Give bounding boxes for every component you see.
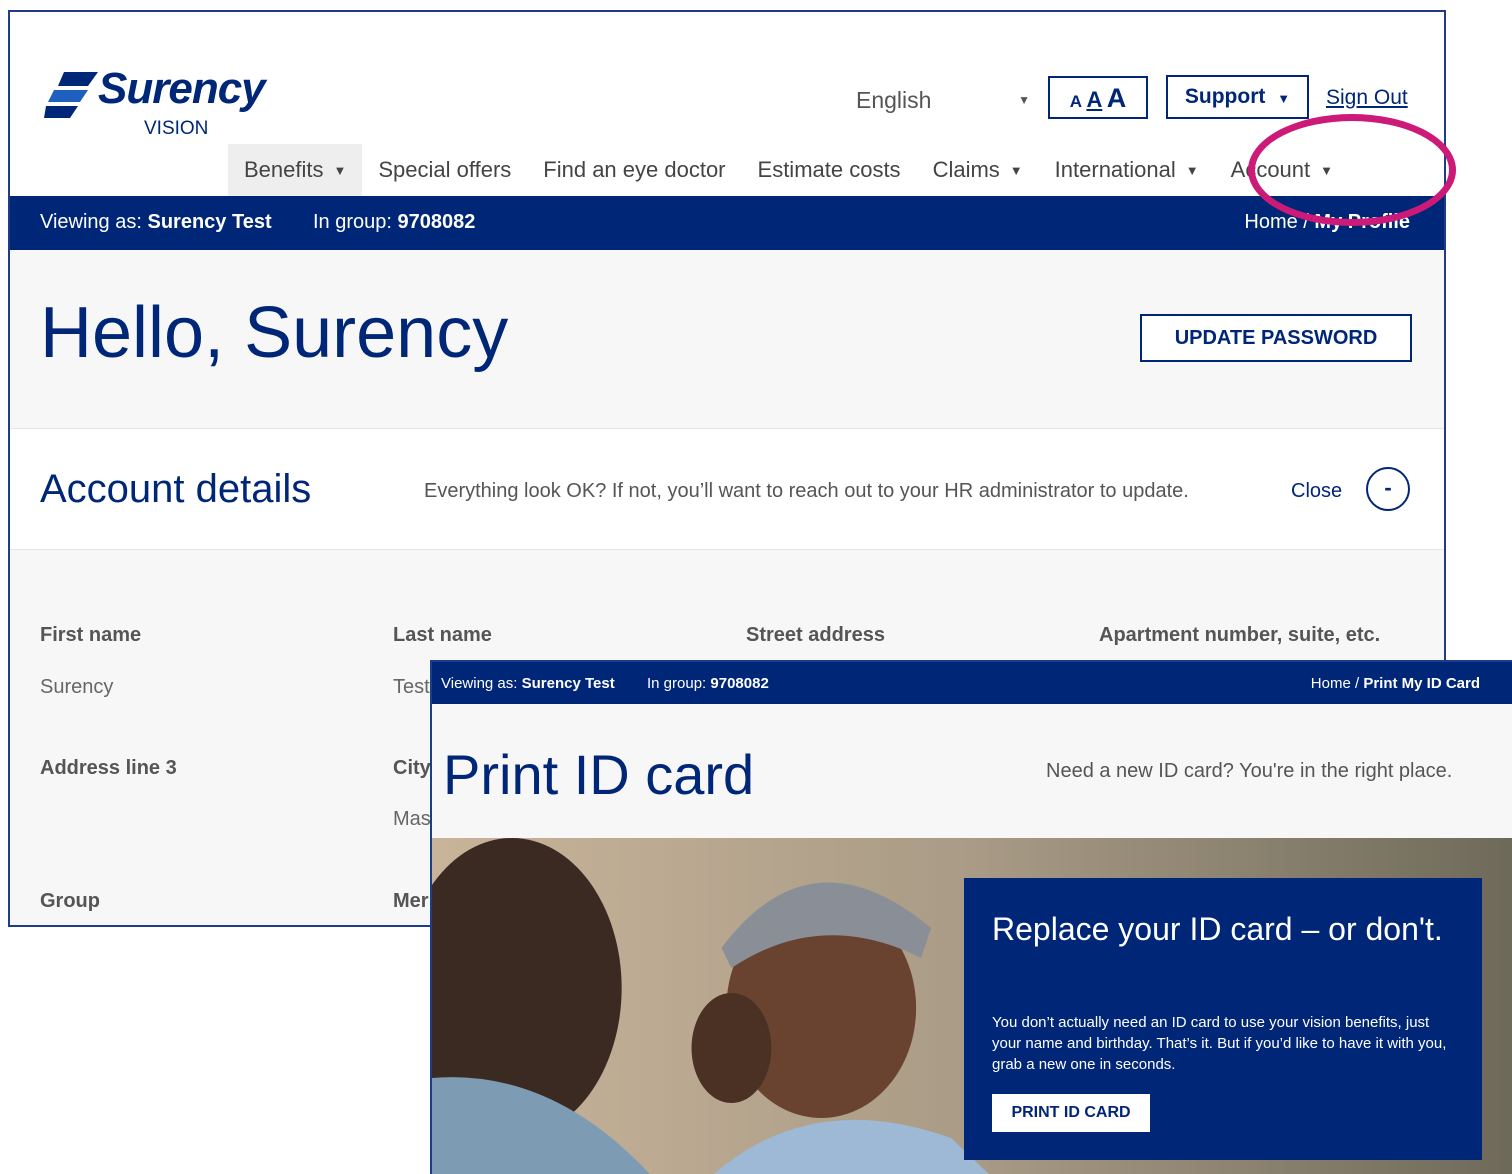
city-label: City — [393, 757, 431, 779]
logo-wordmark: Surency — [98, 64, 266, 113]
group-info: In group: 9708082 — [313, 211, 475, 234]
account-details-note: Everything look OK? If not, you’ll want … — [424, 480, 1189, 502]
viewing-label: Viewing as: — [441, 675, 518, 692]
print-id-card-button[interactable]: PRINT ID CARD — [992, 1094, 1150, 1132]
promo-body: You don’t actually need an ID card to us… — [992, 1014, 1447, 1073]
city-value: Mas — [393, 808, 431, 830]
breadcrumb: Home / My Profile — [1244, 211, 1410, 234]
caret-down-icon: ▼ — [1009, 163, 1023, 179]
group-label: Group — [40, 890, 100, 912]
first-name-value: Surency — [40, 676, 114, 698]
street-address-label: Street address — [746, 624, 885, 646]
nav-label: Account — [1230, 157, 1311, 182]
hello-section: Hello, Surency UPDATE PASSWORD — [10, 250, 1444, 428]
caret-down-icon: ▼ — [1277, 91, 1291, 106]
nav-estimate-costs[interactable]: Estimate costs — [742, 144, 917, 196]
text-size-large: A — [1106, 83, 1127, 113]
group-number: 9708082 — [397, 211, 476, 233]
viewing-name: Surency Test — [521, 675, 615, 692]
viewing-as: Viewing as: Surency Test — [40, 211, 272, 234]
language-value: English — [856, 87, 932, 113]
group-label: In group: — [647, 675, 707, 692]
print-id-window: Viewing as: Surency Test In group: 97080… — [430, 660, 1512, 1174]
apartment-label: Apartment number, suite, etc. — [1099, 624, 1381, 646]
address-line-3-label: Address line 3 — [40, 757, 177, 779]
account-details-header: Account details Everything look OK? If n… — [10, 428, 1444, 550]
caret-down-icon: ▼ — [333, 163, 347, 179]
nav-international[interactable]: International ▼ — [1039, 144, 1215, 196]
page-title: Print ID card — [443, 743, 755, 806]
account-details-title: Account details — [40, 467, 312, 511]
promo-card: Replace your ID card – or don't. You don… — [964, 878, 1482, 1160]
nav-claims[interactable]: Claims ▼ — [917, 144, 1039, 196]
group-number: 9708082 — [710, 675, 769, 692]
breadcrumb-current: My Profile — [1314, 211, 1410, 233]
nav-label: Find an eye doctor — [543, 157, 726, 182]
text-size-small: A — [1069, 92, 1082, 111]
minus-icon[interactable]: - — [1366, 467, 1410, 511]
nav-special-offers[interactable]: Special offers — [362, 144, 527, 196]
breadcrumb-home[interactable]: Home / — [1244, 211, 1308, 233]
context-bar: Viewing as: Surency Test In group: 97080… — [10, 196, 1444, 250]
nav-label: Benefits — [244, 157, 324, 182]
caret-down-icon: ▼ — [1018, 93, 1030, 107]
group-info: In group: 9708082 — [647, 675, 769, 692]
main-nav: Benefits ▼ Special offers Find an eye doc… — [228, 144, 1349, 196]
sign-out-link[interactable]: Sign Out — [1326, 86, 1408, 110]
viewing-label: Viewing as: — [40, 211, 142, 233]
nav-account[interactable]: Account ▼ — [1215, 144, 1349, 196]
nav-label: Estimate costs — [757, 157, 901, 182]
nav-label: Claims — [932, 157, 1000, 182]
promo-title: Replace your ID card – or don't. — [992, 911, 1443, 947]
page-subtitle: Need a new ID card? You're in the right … — [1046, 760, 1453, 782]
last-name-label: Last name — [393, 624, 492, 646]
text-size-medium: A — [1086, 87, 1103, 112]
nav-find-eye-doctor[interactable]: Find an eye doctor — [527, 144, 741, 196]
member-label: Mer — [393, 890, 429, 912]
viewing-name: Surency Test — [147, 211, 272, 233]
surency-logo-icon — [44, 72, 98, 118]
text-size-button[interactable]: A A A — [1048, 76, 1148, 119]
hero-banner: Replace your ID card – or don't. You don… — [432, 838, 1512, 1174]
site-header: Surency VISION English ▼ A A A Support ▼… — [10, 12, 1444, 196]
nav-label: Special offers — [378, 157, 512, 182]
support-button[interactable]: Support ▼ — [1166, 75, 1309, 119]
first-name-label: First name — [40, 624, 142, 646]
last-name-value: Test — [393, 676, 430, 698]
caret-down-icon: ▼ — [1185, 163, 1199, 179]
breadcrumb-home[interactable]: Home / — [1311, 675, 1359, 692]
account-details-close[interactable]: Close — [1291, 480, 1342, 503]
logo-subtitle: VISION — [144, 118, 209, 139]
group-label: In group: — [313, 211, 392, 233]
language-select[interactable]: English ▼ — [856, 82, 1034, 118]
surency-logo[interactable]: Surency VISION — [44, 56, 274, 142]
support-label: Support — [1184, 85, 1266, 108]
caret-down-icon: ▼ — [1320, 163, 1334, 179]
breadcrumb: Home / Print My ID Card — [1311, 675, 1480, 692]
nav-label: International — [1054, 157, 1176, 182]
page-title: Hello, Surency — [40, 293, 509, 373]
viewing-as: Viewing as: Surency Test — [441, 675, 615, 692]
update-password-button[interactable]: UPDATE PASSWORD — [1140, 314, 1412, 362]
nav-benefits[interactable]: Benefits ▼ — [228, 144, 363, 196]
breadcrumb-current: Print My ID Card — [1363, 675, 1480, 692]
context-bar: Viewing as: Surency Test In group: 97080… — [432, 662, 1512, 704]
